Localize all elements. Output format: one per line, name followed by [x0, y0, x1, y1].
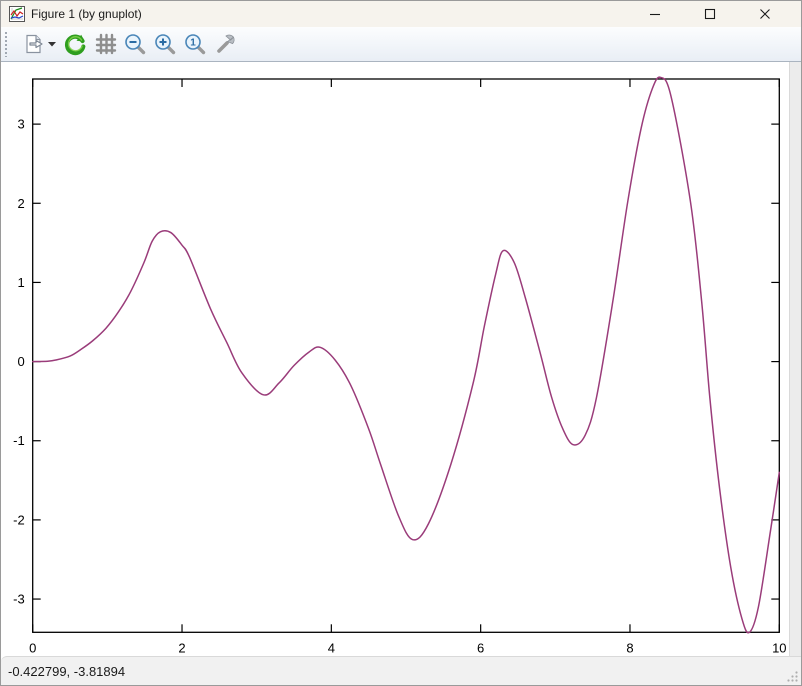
zoom-in-button[interactable]	[152, 29, 178, 59]
wrench-icon	[213, 32, 237, 56]
canvas-gutter	[789, 62, 801, 656]
grid-button[interactable]	[92, 29, 118, 59]
maximize-icon	[704, 8, 716, 20]
refresh-icon	[63, 32, 87, 56]
close-icon	[759, 8, 771, 20]
minimize-button[interactable]	[633, 1, 677, 27]
gnuplot-window: Figure 1 (by gnuplot)	[0, 0, 802, 686]
y-tick-label: -3	[13, 592, 25, 607]
zoom-reset-icon: 1	[183, 32, 207, 56]
plot-canvas: 0 2 4 6 8 10 -3 -2 -1 0 1 2 3	[1, 62, 801, 656]
close-button[interactable]	[743, 1, 787, 27]
y-tick-label: 1	[17, 275, 24, 290]
zoom-out-button[interactable]	[122, 29, 148, 59]
x-tick-label: 8	[626, 640, 633, 655]
export-menu-button[interactable]	[46, 29, 58, 59]
export-page-icon	[22, 32, 46, 56]
zoom-out-icon	[123, 32, 147, 56]
window-title: Figure 1 (by gnuplot)	[31, 7, 142, 21]
zoom-in-icon	[153, 32, 177, 56]
y-tick-label: -2	[13, 512, 25, 527]
replot-button[interactable]	[62, 29, 88, 59]
grid-icon	[93, 32, 117, 56]
y-tick-label: 2	[17, 196, 24, 211]
statusbar: -0.422799, -3.81894	[1, 656, 801, 685]
x-tick-label: 6	[477, 640, 484, 655]
dropdown-arrow-icon	[48, 41, 56, 47]
resize-grip-icon[interactable]	[786, 670, 799, 683]
y-tick-label: 0	[17, 354, 24, 369]
toolbar: 1	[1, 27, 801, 62]
y-tick-label: 3	[17, 117, 24, 132]
x-tick-label: 0	[29, 640, 36, 655]
window-controls	[633, 1, 787, 27]
x-tick-label: 10	[772, 640, 786, 655]
coordinate-readout: -0.422799, -3.81894	[8, 664, 125, 679]
x-tick-label: 4	[328, 640, 335, 655]
app-icon	[9, 6, 25, 22]
zoom-reset-button[interactable]: 1	[182, 29, 208, 59]
settings-button[interactable]	[212, 29, 238, 59]
plot-area[interactable]: 0 2 4 6 8 10 -3 -2 -1 0 1 2 3	[1, 62, 789, 656]
curve	[33, 77, 780, 633]
toolbar-drag-handle[interactable]	[4, 31, 9, 57]
svg-text:1: 1	[190, 38, 196, 49]
export-button[interactable]	[22, 29, 46, 59]
x-tick-label: 2	[178, 640, 185, 655]
y-tick-label: -1	[13, 433, 25, 448]
maximize-button[interactable]	[688, 1, 732, 27]
titlebar: Figure 1 (by gnuplot)	[1, 1, 801, 27]
plot-border	[33, 79, 780, 632]
minimize-icon	[649, 8, 661, 20]
